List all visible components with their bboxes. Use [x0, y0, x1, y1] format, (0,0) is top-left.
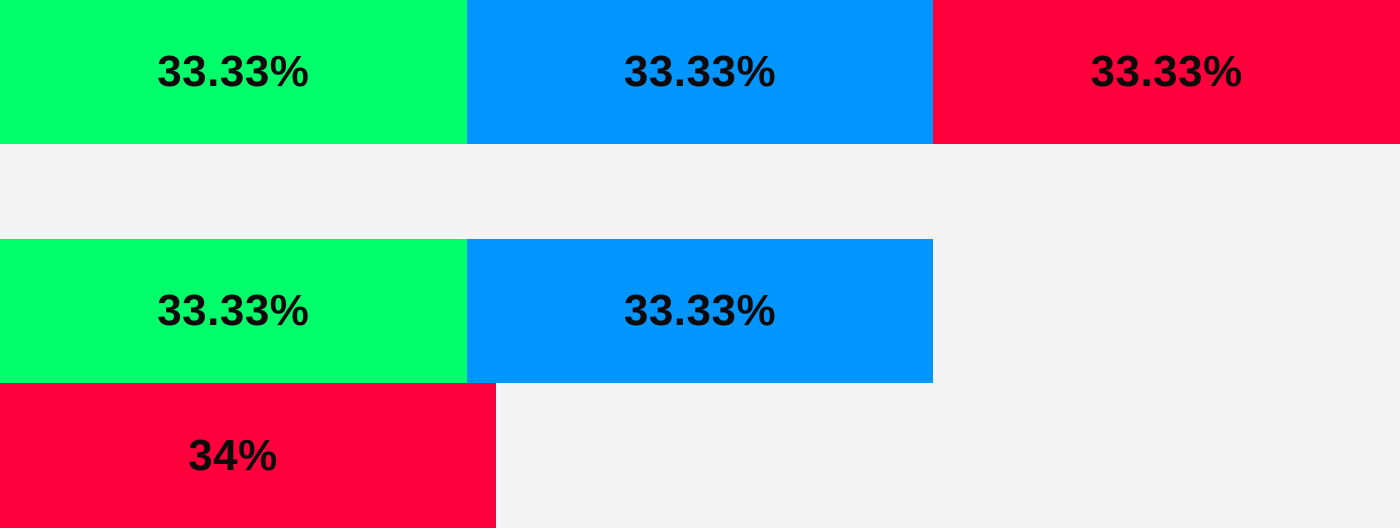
row1-box-blue: 33.33%: [466, 0, 934, 144]
second-row-wrapped-line: 34%: [0, 383, 1400, 528]
row2-box-blue: 33.33%: [466, 239, 934, 383]
row1-box-green: 33.33%: [0, 0, 467, 144]
row1-box-red: 33.33%: [933, 0, 1400, 144]
row2-box-green: 33.33%: [0, 239, 467, 383]
row2-box-red-wrapped: 34%: [0, 383, 496, 528]
first-row: 33.33% 33.33% 33.33%: [0, 0, 1400, 144]
second-row-top-line: 33.33% 33.33%: [0, 239, 1400, 383]
